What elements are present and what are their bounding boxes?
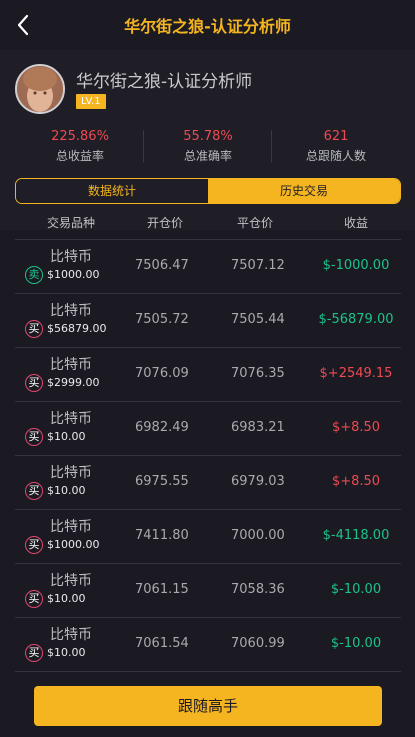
stat-label: 总收益率 [55,149,104,163]
trade-profit: $+2549.15 [319,366,393,381]
table-row: 比特币买 $2999.00 7076.09 7076.35 $+2549.15 [15,348,401,402]
header-profit: 收益 [343,216,368,230]
stats-summary: 225.86% 总收益率 55.78% 总准确率 621 总跟随人数 [0,128,415,178]
close-price: 6979.03 [231,474,285,489]
trade-amount: $10.00 [47,430,86,443]
close-price: 7076.35 [231,366,285,381]
table-row: 比特币买 $1000.00 7411.80 7000.00 $-4118.00 [15,510,401,564]
stat-followers: 621 总跟随人数 [272,128,400,165]
trade-amount: $10.00 [47,484,86,497]
trade-side-badge: 卖 [25,266,43,284]
open-price: 7411.80 [135,528,189,543]
header-symbol: 交易品种 [46,216,95,230]
trade-amount: $1000.00 [47,268,100,281]
close-price: 7000.00 [231,528,285,543]
table-row: 比特币买 $10.00 7061.54 7060.99 $-10.00 [15,618,401,672]
coin-name: 比特币 [50,573,92,589]
open-price: 7505.72 [135,312,189,327]
level-badge: LV.1 [76,94,106,109]
trade-profit: $-56879.00 [318,312,394,327]
open-price: 7076.09 [135,366,189,381]
coin-name: 比特币 [50,411,92,427]
header-close-price: 平仓价 [236,216,273,230]
table-header: 交易品种 开仓价 平仓价 收益 [15,204,401,240]
close-price: 7505.44 [231,312,285,327]
trade-side-badge: 买 [25,590,43,608]
tab-bar: 数据统计 历史交易 [15,178,401,204]
open-price: 6982.49 [135,420,189,435]
trade-profit: $-10.00 [330,636,382,651]
stat-accuracy: 55.78% 总准确率 [144,128,272,165]
table-row: 比特币买 $10.00 6975.55 6979.03 $+8.50 [15,456,401,510]
stat-value: 55.78% [183,129,233,144]
table-row: 比特币买 $10.00 6982.49 6983.21 $+8.50 [15,402,401,456]
trade-history-table: 交易品种 开仓价 平仓价 收益 比特币卖 $1000.00 7506.47 7507.… [15,204,401,726]
coin-name: 比特币 [50,357,92,373]
trade-amount: $2999.00 [47,376,100,389]
trade-profit: $+8.50 [331,420,381,435]
trade-amount: $1000.00 [47,538,100,551]
trade-profit: $-4118.00 [322,528,390,543]
trade-profit: $-1000.00 [322,258,390,273]
close-price: 7058.36 [231,582,285,597]
stat-label: 总准确率 [183,149,232,163]
trade-side-badge: 买 [25,428,43,446]
trade-side-badge: 买 [25,374,43,392]
top-bar: 华尔街之狼-认证分析师 [0,0,415,50]
coin-name: 比特币 [50,465,92,481]
tab-trade-history[interactable]: 历史交易 [208,179,400,203]
open-price: 6975.55 [135,474,189,489]
coin-name: 比特币 [50,249,92,265]
stat-value: 621 [323,129,349,144]
close-price: 7060.99 [231,636,285,651]
table-row: 比特币买 $10.00 7061.15 7058.36 $-10.00 [15,564,401,618]
stat-label: 总跟随人数 [305,149,366,163]
coin-name: 比特币 [50,303,92,319]
follow-expert-button[interactable]: 跟随高手 [34,686,382,726]
header-open-price: 开仓价 [146,216,183,230]
trade-side-badge: 买 [25,482,43,500]
trade-amount: $10.00 [47,646,86,659]
trade-profit: $-10.00 [330,582,382,597]
coin-name: 比特币 [50,627,92,643]
open-price: 7506.47 [135,258,189,273]
close-price: 6983.21 [231,420,285,435]
analyst-profile: 华尔街之狼-认证分析师 LV.1 225.86% 总收益率 55.78% 总准确… [0,50,415,230]
trade-amount: $10.00 [47,592,86,605]
avatar [15,64,65,114]
page-title: 华尔街之狼-认证分析师 [124,17,291,36]
trade-side-badge: 买 [25,644,43,662]
trade-amount: $56879.00 [47,322,107,335]
table-row: 比特币买 $56879.00 7505.72 7505.44 $-56879.00 [15,294,401,348]
trade-profit: $+8.50 [331,474,381,489]
trade-side-badge: 买 [25,536,43,554]
stat-value: 225.86% [51,129,109,144]
stat-total-return: 225.86% 总收益率 [16,128,144,165]
open-price: 7061.54 [135,636,189,651]
analyst-name: 华尔街之狼-认证分析师 [76,72,253,92]
close-price: 7507.12 [231,258,285,273]
tab-data-stats[interactable]: 数据统计 [16,179,208,203]
open-price: 7061.15 [135,582,189,597]
trade-side-badge: 买 [25,320,43,338]
table-body: 比特币卖 $1000.00 7506.47 7507.12 $-1000.00 比特币买 $… [15,240,401,726]
coin-name: 比特币 [50,519,92,535]
table-row: 比特币卖 $1000.00 7506.47 7507.12 $-1000.00 [15,240,401,294]
